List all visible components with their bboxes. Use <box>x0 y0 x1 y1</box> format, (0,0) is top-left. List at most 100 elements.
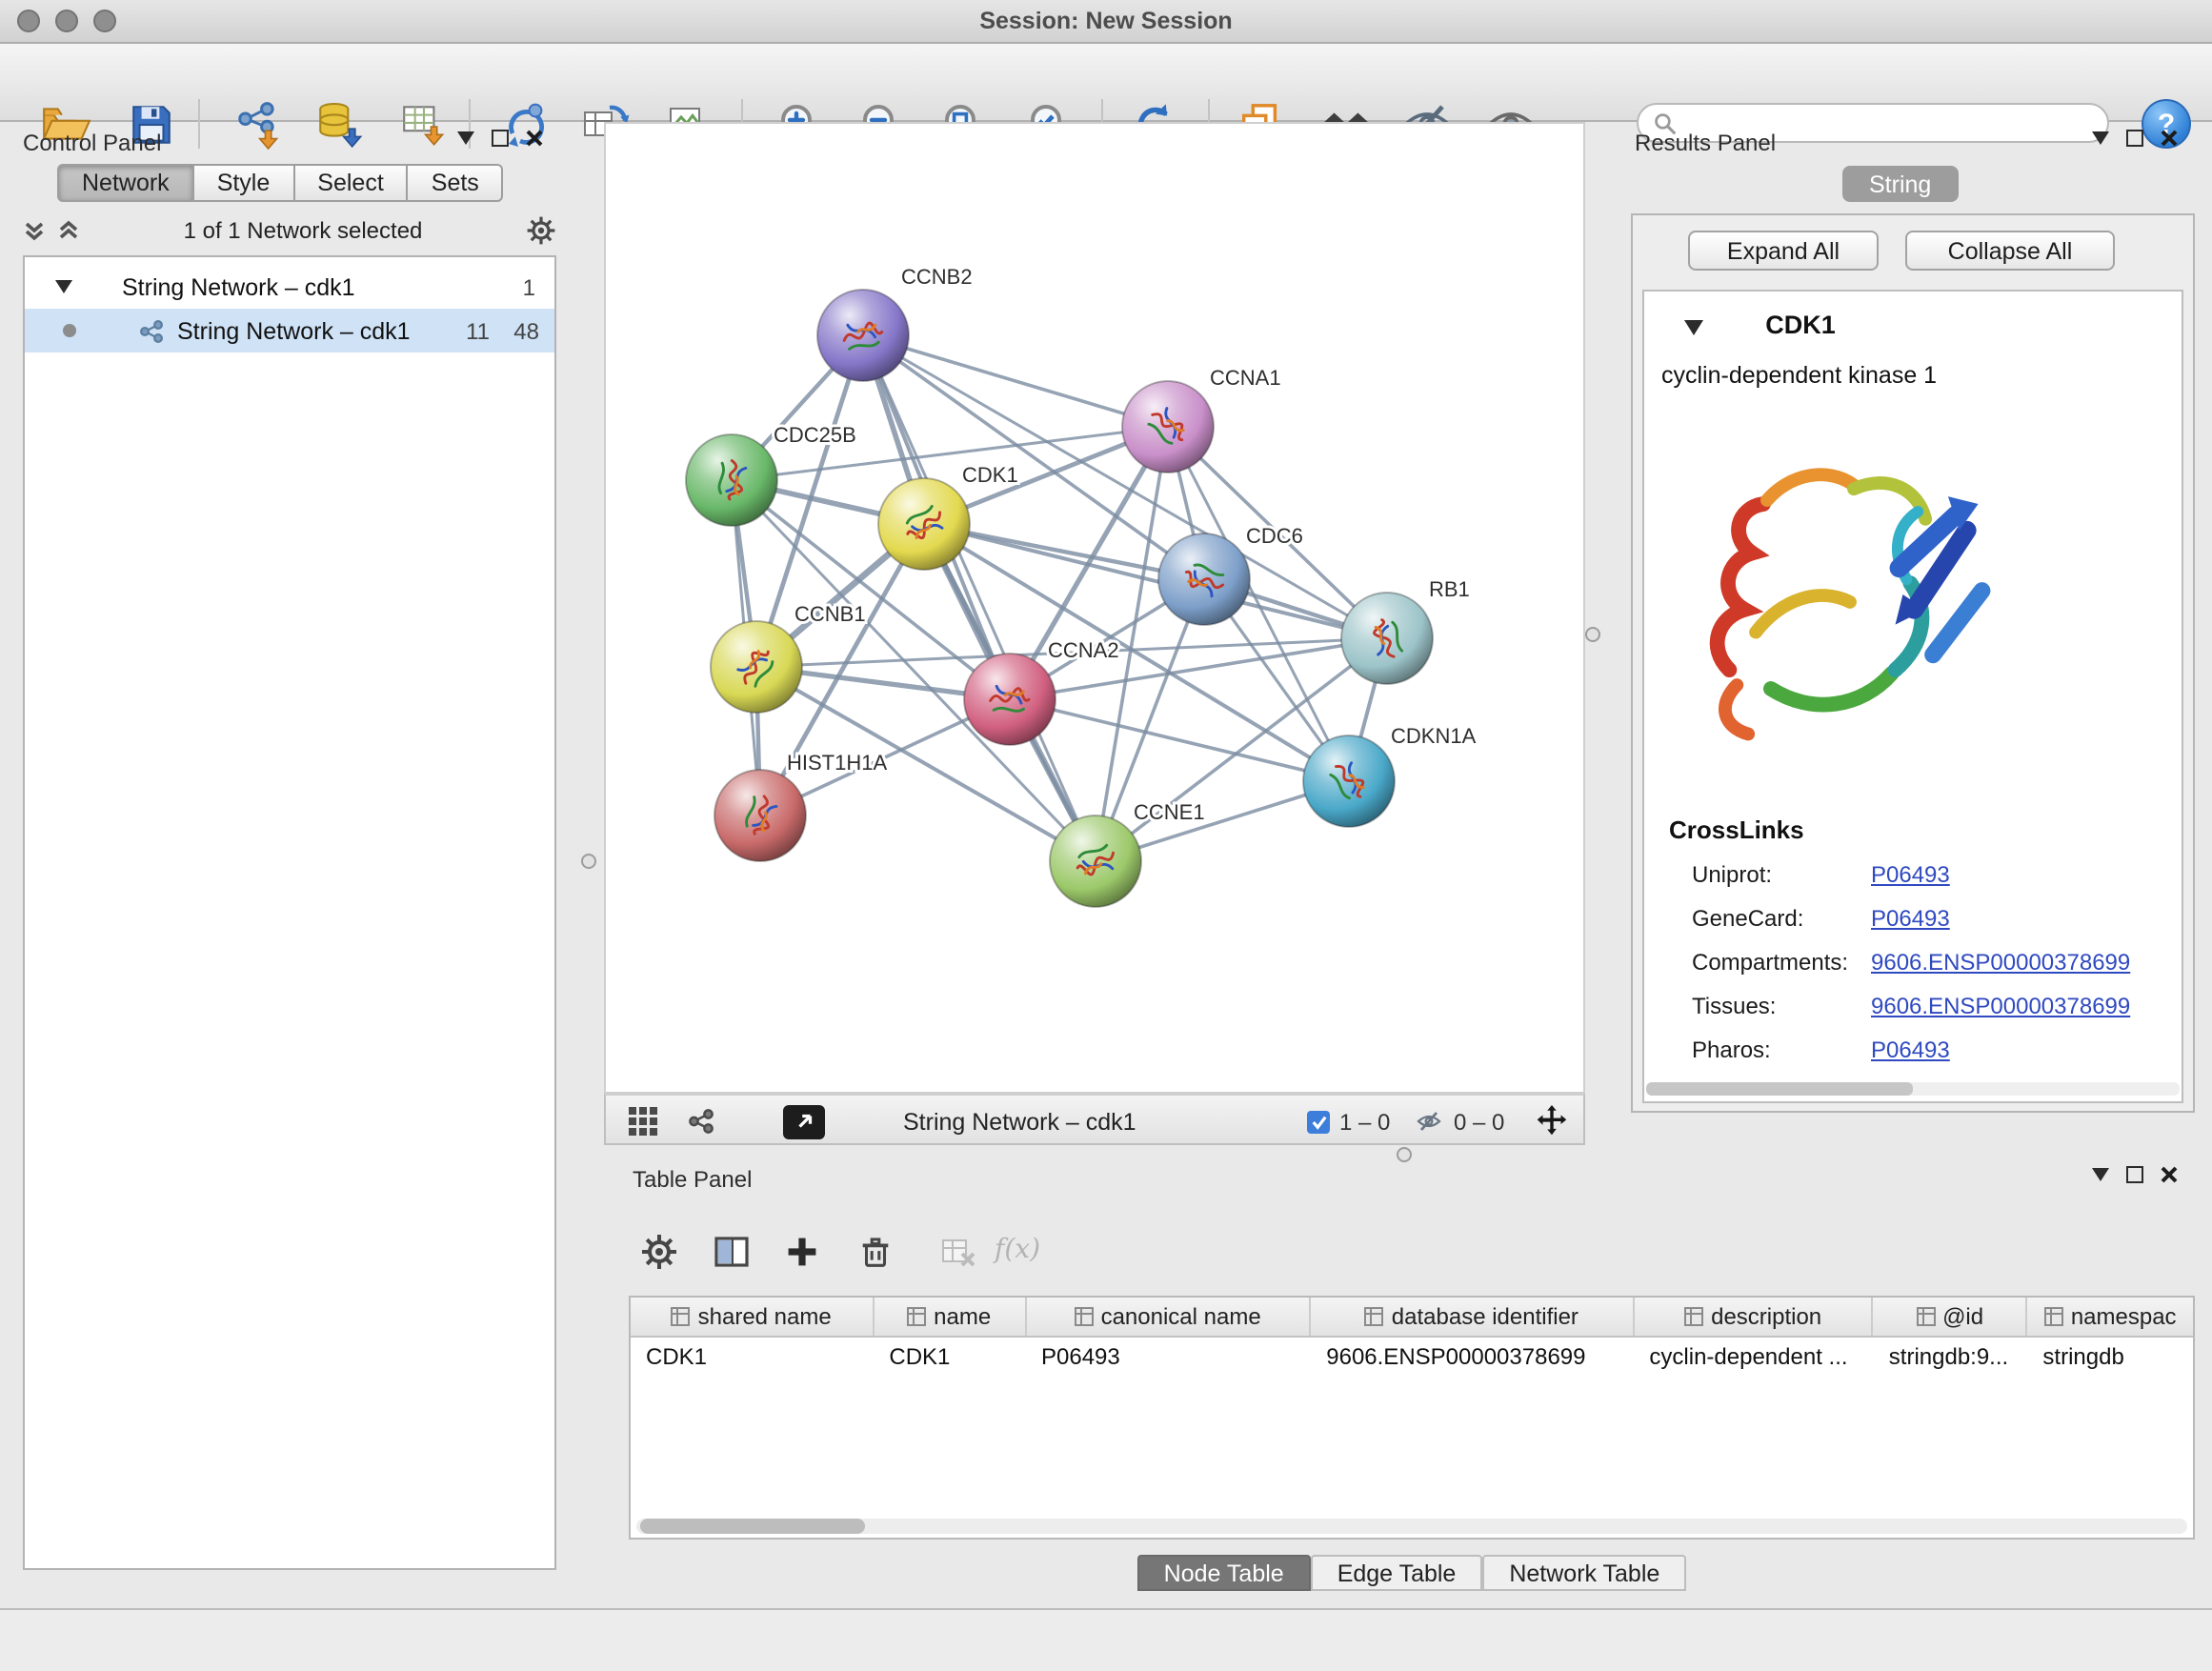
table-horizontal-scrollbar[interactable] <box>636 1519 2187 1534</box>
graph-node-cdk1[interactable] <box>878 478 970 570</box>
minimize-window-button[interactable] <box>55 10 78 32</box>
column-header-canonical-name[interactable]: canonical name <box>1026 1298 1311 1336</box>
graph-node-hist1h1a[interactable] <box>714 770 806 861</box>
tab-style[interactable]: Style <box>194 164 295 202</box>
graph-node-cdc6[interactable] <box>1158 534 1250 625</box>
graph-node-ccnb1[interactable] <box>711 621 802 713</box>
results-tab-string[interactable]: String <box>1842 166 1958 202</box>
scrollbar-thumb[interactable] <box>1646 1082 1913 1096</box>
grid-view-icon[interactable] <box>629 1103 657 1139</box>
crosslink-label: GeneCard: <box>1692 905 1871 943</box>
graph-node-cdkn1a[interactable] <box>1303 735 1395 827</box>
graph-node-ccna2[interactable] <box>964 654 1056 745</box>
graph-node-cdc25b[interactable] <box>686 434 777 526</box>
node-count: 11 <box>466 317 490 344</box>
panel-float-icon[interactable] <box>492 130 509 147</box>
crosslink-tissues-link[interactable]: 9606.ENSP00000378699 <box>1871 993 2130 1031</box>
network-canvas[interactable]: CCNB2CCNA1CDC25BCDK1CDC6RB1CCNB1CCNA2CDK… <box>604 122 1585 1094</box>
pan-mode-icon[interactable] <box>1536 1103 1568 1139</box>
tree-caret-icon[interactable] <box>55 280 72 293</box>
graph-node-ccnb2[interactable] <box>817 290 909 381</box>
collapse-all-icon[interactable] <box>23 219 46 242</box>
table-panel-controls <box>2092 1166 2178 1183</box>
panel-close-icon[interactable] <box>2161 130 2178 147</box>
graph-node-rb1[interactable] <box>1341 593 1433 684</box>
tab-edge-table[interactable]: Edge Table <box>1311 1555 1483 1591</box>
graph-node-ccne1[interactable] <box>1050 815 1141 907</box>
results-horizontal-scrollbar[interactable] <box>1646 1082 2180 1096</box>
panel-close-icon[interactable] <box>2161 1166 2178 1183</box>
close-window-button[interactable] <box>17 10 40 32</box>
collapse-all-button[interactable]: Collapse All <box>1905 231 2115 271</box>
network-collection-label: String Network – cdk1 <box>122 273 355 300</box>
splitter-grip[interactable] <box>1585 627 1600 642</box>
graph-node-label: CCNB1 <box>794 602 866 626</box>
title-bar: Session: New Session <box>0 0 2212 44</box>
column-header-shared-name[interactable]: shared name <box>631 1298 874 1336</box>
import-network-database-icon[interactable] <box>311 95 368 152</box>
crosslink-row: Compartments: 9606.ENSP00000378699 <box>1692 949 2180 987</box>
tab-select[interactable]: Select <box>294 164 409 202</box>
panel-float-icon[interactable] <box>2126 1166 2143 1183</box>
splitter-grip[interactable] <box>581 854 596 869</box>
graph-edge[interactable] <box>924 524 1387 638</box>
column-header-id[interactable]: @id <box>1874 1298 2028 1336</box>
panel-menu-icon[interactable] <box>457 131 474 145</box>
column-header-description[interactable]: description <box>1634 1298 1873 1336</box>
tab-network-table[interactable]: Network Table <box>1482 1555 1686 1591</box>
splitter-grip[interactable] <box>1397 1147 1412 1162</box>
cytoscape-window: Session: New Session <box>0 0 2212 1671</box>
scrollbar-thumb[interactable] <box>640 1519 865 1534</box>
tab-node-table[interactable]: Node Table <box>1137 1555 1311 1591</box>
import-table-icon[interactable] <box>394 95 452 152</box>
cell-canonical-name: P06493 <box>1026 1338 1311 1376</box>
panel-float-icon[interactable] <box>2126 130 2143 147</box>
protein-structure-image <box>1673 404 2031 785</box>
graph-node-label: CCNA2 <box>1048 638 1119 662</box>
network-row-label: String Network – cdk1 <box>177 317 411 344</box>
selected-nodes-indicator[interactable]: 1 – 0 <box>1307 1103 1390 1139</box>
delete-column-icon[interactable] <box>850 1227 899 1277</box>
table-row[interactable]: CDK1 CDK1 P06493 9606.ENSP00000378699 cy… <box>631 1338 2193 1376</box>
table-settings-gear-icon[interactable] <box>634 1227 684 1277</box>
expand-all-icon[interactable] <box>57 219 80 242</box>
panel-menu-icon[interactable] <box>2092 131 2109 145</box>
crosslink-pharos-link[interactable]: P06493 <box>1871 1037 1950 1075</box>
select-columns-icon[interactable] <box>707 1227 756 1277</box>
status-bar: Memory <box>0 1608 2212 1671</box>
import-network-file-icon[interactable] <box>229 95 286 152</box>
expand-all-button[interactable]: Expand All <box>1688 231 1879 271</box>
tab-network[interactable]: Network <box>57 164 194 202</box>
zoom-window-button[interactable] <box>93 10 116 32</box>
crosslink-compartments-link[interactable]: 9606.ENSP00000378699 <box>1871 949 2130 987</box>
network-list-icon[interactable] <box>686 1103 716 1139</box>
network-view-title: String Network – cdk1 <box>903 1103 1136 1139</box>
crosslink-uniprot-link[interactable]: P06493 <box>1871 861 1950 899</box>
graph-edge[interactable] <box>863 335 1168 427</box>
crosslink-label: Pharos: <box>1692 1037 1871 1075</box>
column-label: database identifier <box>1392 1303 1579 1330</box>
add-column-icon[interactable] <box>777 1227 827 1277</box>
network-collection-row[interactable]: String Network – cdk1 1 <box>25 265 554 309</box>
tab-sets[interactable]: Sets <box>409 164 504 202</box>
column-label: name <box>934 1303 991 1330</box>
hidden-items-indicator[interactable]: 0 – 0 <box>1414 1103 1504 1139</box>
graph-node-label: CCNA1 <box>1210 366 1281 390</box>
hidden-count: 0 – 0 <box>1454 1108 1504 1135</box>
graph-node-ccna1[interactable] <box>1122 381 1214 473</box>
column-label: canonical name <box>1101 1303 1261 1330</box>
column-header-database-identifier[interactable]: database identifier <box>1311 1298 1634 1336</box>
panel-menu-icon[interactable] <box>2092 1168 2109 1181</box>
crosslink-genecard-link[interactable]: P06493 <box>1871 905 1950 943</box>
column-header-name[interactable]: name <box>874 1298 1026 1336</box>
graph-edge[interactable] <box>863 335 1096 861</box>
gear-icon[interactable] <box>526 215 556 246</box>
cell-description: cyclin-dependent ... <box>1634 1338 1873 1376</box>
network-graph[interactable]: CCNB2CCNA1CDC25BCDK1CDC6RB1CCNB1CCNA2CDK… <box>606 124 1583 1092</box>
column-header-namespace[interactable]: namespac <box>2027 1298 2193 1336</box>
edge-count: 48 <box>513 317 539 344</box>
panel-close-icon[interactable] <box>526 130 543 147</box>
cell-id: stringdb:9... <box>1874 1338 2028 1376</box>
birdseye-toggle[interactable] <box>783 1103 825 1139</box>
network-row-selected[interactable]: String Network – cdk1 11 48 <box>25 309 554 352</box>
